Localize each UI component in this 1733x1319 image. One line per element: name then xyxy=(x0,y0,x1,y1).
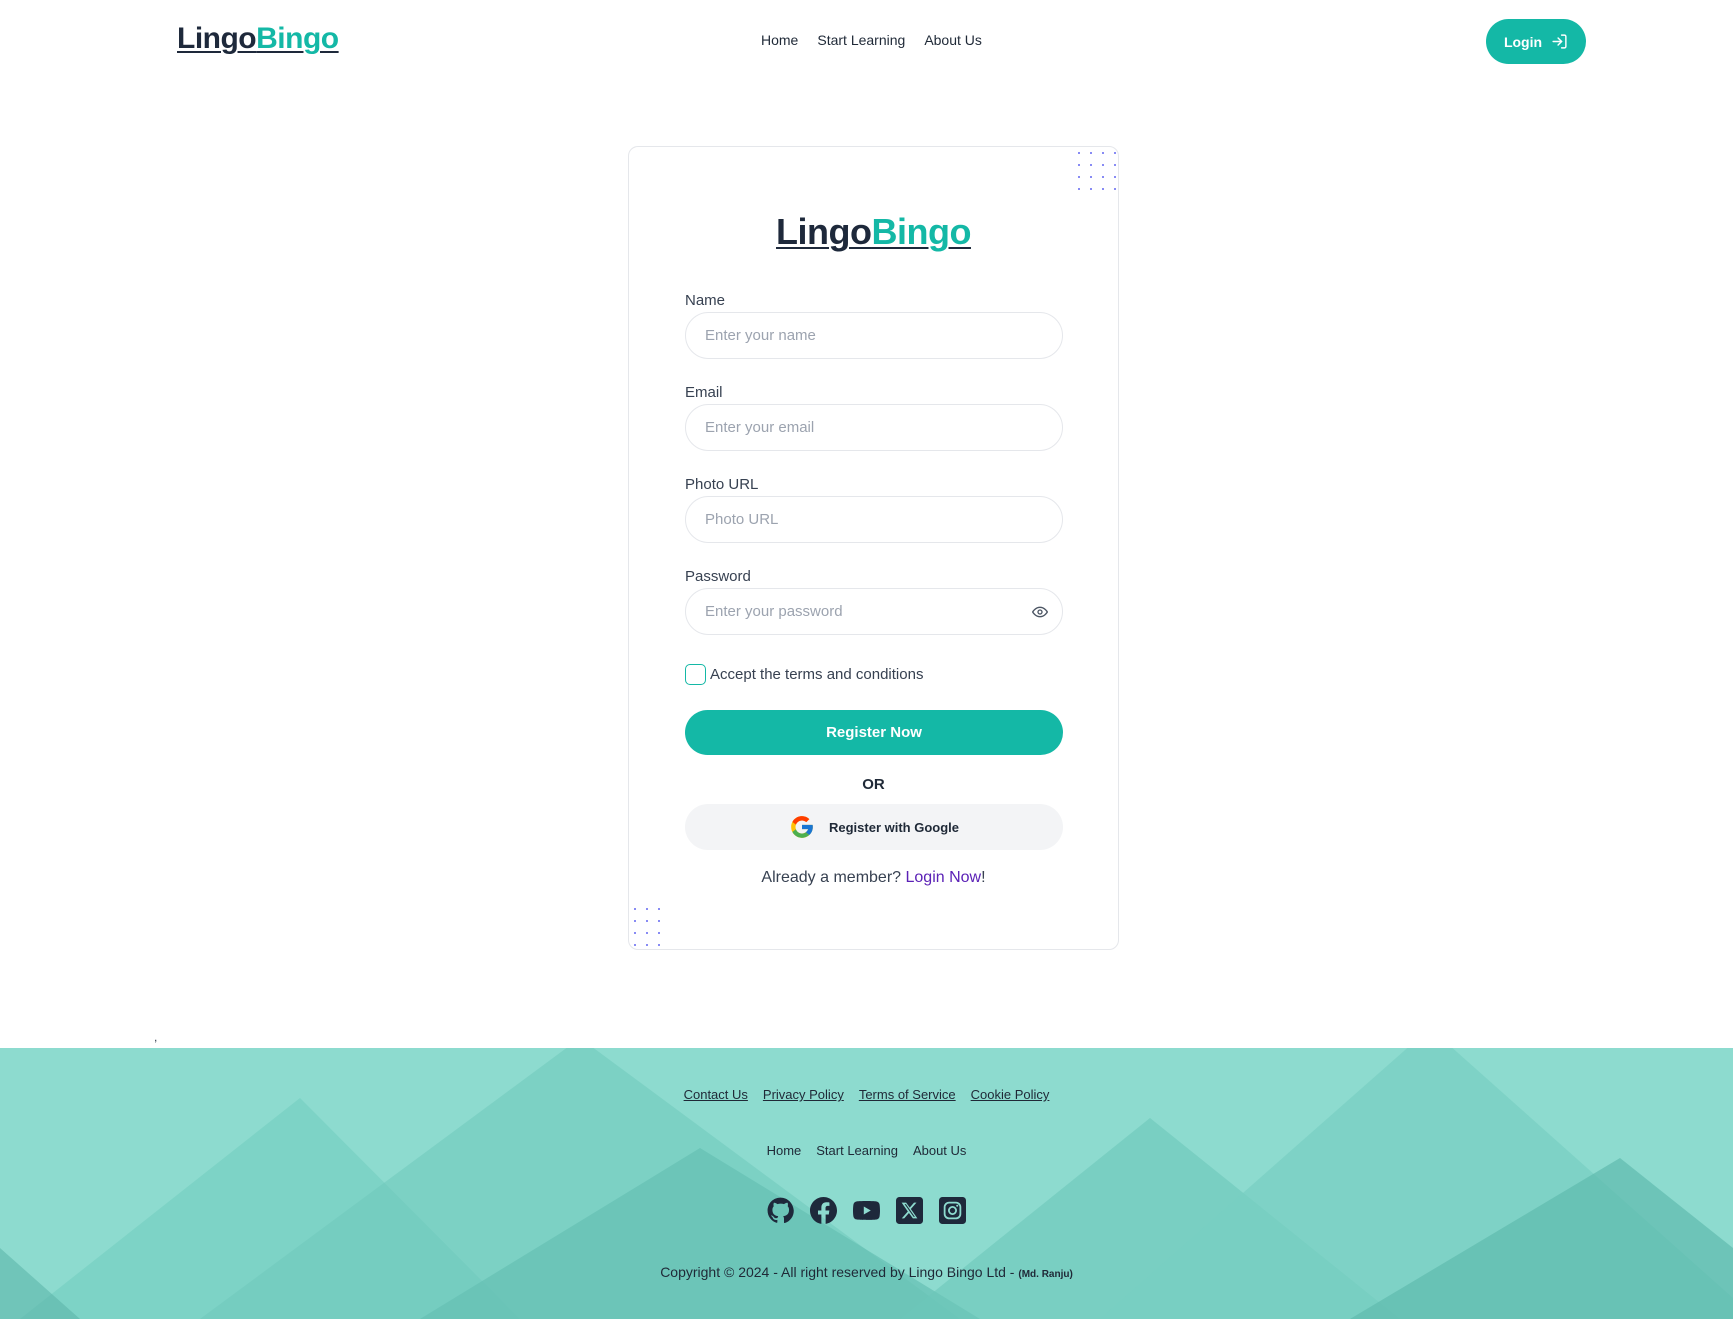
footer-policy-links: Contact Us Privacy Policy Terms of Servi… xyxy=(0,1087,1733,1102)
site-logo[interactable]: LingoBingo xyxy=(177,22,339,56)
footer-nav-home[interactable]: Home xyxy=(767,1143,802,1158)
email-input[interactable]: Enter your email xyxy=(685,404,1063,451)
copyright-author: (Md. Ranju) xyxy=(1018,1269,1073,1280)
footer-link-cookie-policy[interactable]: Cookie Policy xyxy=(971,1087,1050,1102)
google-icon xyxy=(791,816,813,838)
dots-decoration-bottom-left xyxy=(634,908,660,946)
login-button[interactable]: Login xyxy=(1486,19,1586,64)
footer-nav-about-us[interactable]: About Us xyxy=(913,1143,966,1158)
login-button-label: Login xyxy=(1503,33,1543,50)
already-member-row: Already a member? Login Now! xyxy=(629,869,1118,887)
or-divider: OR xyxy=(862,776,885,793)
site-footer: Contact Us Privacy Policy Terms of Servi… xyxy=(0,1048,1733,1319)
copyright-main: Copyright © 2024 - All right reserved by… xyxy=(660,1264,1019,1280)
nav-item-home[interactable]: Home xyxy=(761,32,798,48)
login-icon xyxy=(1552,34,1567,49)
eye-icon[interactable] xyxy=(1032,604,1048,620)
footer-nav-start-learning[interactable]: Start Learning xyxy=(816,1143,898,1158)
terms-row: Accept the terms and conditions xyxy=(685,664,923,685)
terms-checkbox[interactable] xyxy=(685,664,706,685)
name-input[interactable]: Enter your name xyxy=(685,312,1063,359)
photo-url-label: Photo URL xyxy=(685,476,759,493)
instagram-icon[interactable] xyxy=(939,1197,966,1224)
card-logo: LingoBingo xyxy=(776,211,971,252)
x-icon[interactable] xyxy=(896,1197,923,1224)
site-header: LingoBingo Home Start Learning About Us … xyxy=(0,0,1733,84)
footer-link-terms-of-service[interactable]: Terms of Service xyxy=(859,1087,956,1102)
register-card: LingoBingo Name Enter your name Email En… xyxy=(628,146,1119,950)
youtube-icon[interactable] xyxy=(853,1197,880,1224)
login-link-exclamation: ! xyxy=(981,869,986,886)
nav-item-about-us[interactable]: About Us xyxy=(924,32,982,48)
email-placeholder: Enter your email xyxy=(705,419,815,436)
password-label: Password xyxy=(685,568,751,585)
footer-link-contact-us[interactable]: Contact Us xyxy=(684,1087,748,1102)
email-label: Email xyxy=(685,384,723,401)
password-placeholder: Enter your password xyxy=(705,603,843,620)
social-icons xyxy=(0,1197,1733,1224)
footer-nav: Home Start Learning About Us xyxy=(0,1143,1733,1158)
nav-item-start-learning[interactable]: Start Learning xyxy=(817,32,905,48)
name-label: Name xyxy=(685,292,726,309)
stray-mark: , xyxy=(154,1030,158,1044)
terms-label[interactable]: Accept the terms and conditions xyxy=(710,666,923,683)
main-nav: Home Start Learning About Us xyxy=(761,32,982,48)
facebook-icon[interactable] xyxy=(810,1197,837,1224)
register-now-button[interactable]: Register Now xyxy=(685,710,1063,755)
already-member-text: Already a member? xyxy=(761,869,902,886)
photo-url-input[interactable]: Photo URL xyxy=(685,496,1063,543)
copyright-text: Copyright © 2024 - All right reserved by… xyxy=(0,1264,1733,1280)
dots-decoration-top-right xyxy=(1078,152,1116,190)
name-placeholder: Enter your name xyxy=(705,327,816,344)
register-with-google-button[interactable]: Register with Google xyxy=(685,804,1063,850)
github-icon[interactable] xyxy=(767,1197,794,1224)
photo-url-placeholder: Photo URL xyxy=(705,511,779,528)
footer-link-privacy-policy[interactable]: Privacy Policy xyxy=(763,1087,844,1102)
login-now-link[interactable]: Login Now xyxy=(906,869,982,886)
google-button-label: Register with Google xyxy=(828,819,959,835)
password-input[interactable]: Enter your password xyxy=(685,588,1063,635)
